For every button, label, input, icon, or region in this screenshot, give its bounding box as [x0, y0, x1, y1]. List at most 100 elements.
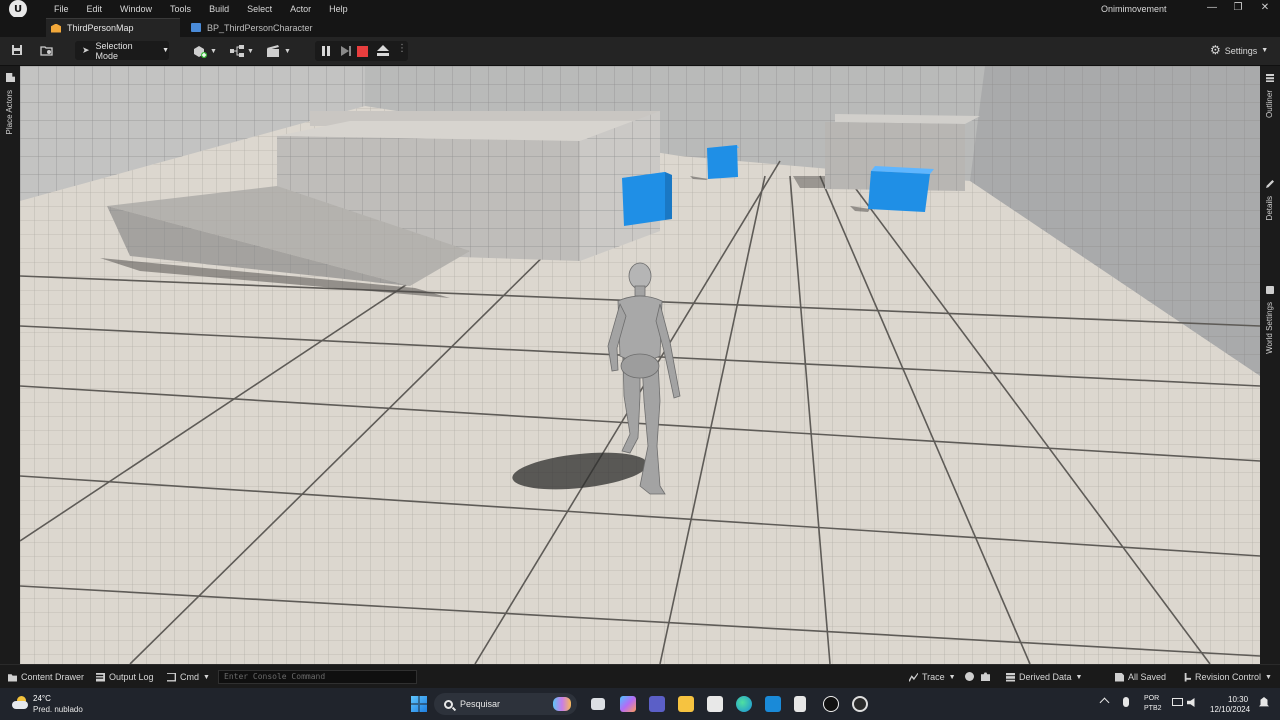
document-tabs: ThirdPersonMap BP_ThirdPersonCharacter — [0, 17, 1280, 37]
settings-label: Settings — [1224, 45, 1258, 56]
tab-bp-thirdpersoncharacter[interactable]: BP_ThirdPersonCharacter — [187, 18, 347, 37]
output-log-button[interactable]: Output Log — [96, 672, 154, 682]
tab-thirdpersonmap[interactable]: ThirdPersonMap — [46, 18, 180, 37]
derived-data-icon — [1006, 672, 1015, 682]
output-log-icon — [96, 672, 105, 682]
revision-control-dropdown[interactable]: Revision Control ▼ — [1182, 672, 1272, 682]
chevron-down-icon: ▼ — [284, 47, 291, 55]
camera-icon — [981, 672, 990, 681]
place-actors-icon[interactable] — [6, 73, 15, 82]
cmd-dropdown[interactable]: Cmd ▼ — [167, 672, 210, 682]
maximize-button[interactable]: ❐ — [1232, 2, 1244, 13]
store-icon[interactable] — [707, 696, 723, 712]
blueprints-button[interactable]: ▼ — [230, 44, 254, 58]
windows-taskbar: 24°C Pred. nublado Pesquisar POR PTB2 10… — [0, 688, 1280, 720]
minimize-button[interactable]: — — [1206, 2, 1218, 13]
content-browser-icon[interactable] — [39, 44, 53, 58]
gear-icon: ⚙ — [1210, 43, 1221, 57]
trace-dropdown[interactable]: Trace ▼ — [909, 672, 956, 682]
chevron-down-icon: ▼ — [247, 47, 254, 55]
notification-bell-icon[interactable] — [1259, 697, 1269, 707]
revision-control-icon — [1184, 672, 1191, 682]
close-button[interactable]: ✕ — [1259, 2, 1271, 13]
weather-icon[interactable] — [12, 696, 28, 709]
level-icon — [51, 23, 61, 33]
menu-edit[interactable]: Edit — [78, 4, 112, 14]
copilot-app-icon[interactable] — [620, 696, 636, 712]
cinematics-icon — [267, 45, 279, 57]
place-actors-tab[interactable]: Place Actors — [5, 90, 14, 134]
cursor-icon: ➤ — [82, 45, 90, 55]
menu-file[interactable]: File — [45, 4, 78, 14]
outliner-tab[interactable]: Outliner — [1265, 90, 1274, 118]
network-icon[interactable] — [1172, 698, 1183, 706]
weather-temperature[interactable]: 24°C — [33, 694, 51, 703]
record-button[interactable] — [965, 672, 978, 681]
viewport-scene — [20, 66, 1260, 664]
menu-tools[interactable]: Tools — [161, 4, 200, 14]
all-saved-label: All Saved — [1128, 672, 1167, 682]
pencil-icon[interactable] — [1266, 180, 1274, 188]
add-actor-button[interactable]: ▼ — [193, 44, 217, 58]
windows-start-icon[interactable] — [411, 696, 427, 712]
level-viewport[interactable] — [20, 66, 1260, 664]
blueprint-icon — [191, 23, 201, 32]
console-command-input[interactable]: Enter Console Command — [218, 670, 417, 684]
input-language[interactable]: POR — [1144, 695, 1159, 702]
taskbar-search[interactable]: Pesquisar — [434, 693, 577, 715]
revision-control-label: Revision Control — [1195, 672, 1262, 682]
save-icon[interactable] — [10, 44, 24, 58]
world-settings-icon[interactable] — [1266, 286, 1274, 294]
clock-time[interactable]: 10:30 — [1228, 695, 1248, 704]
derived-data-dropdown[interactable]: Derived Data ▼ — [1006, 672, 1082, 682]
output-log-label: Output Log — [109, 672, 154, 682]
input-layout[interactable]: PTB2 — [1144, 705, 1162, 712]
saved-icon — [1115, 672, 1124, 682]
details-tab[interactable]: Details — [1265, 196, 1274, 220]
chevron-down-icon: ▼ — [203, 673, 210, 681]
mail-icon[interactable] — [765, 696, 781, 712]
notepad-icon[interactable] — [794, 696, 806, 712]
status-bar: Content Drawer Output Log Cmd ▼ Enter Co… — [0, 664, 1280, 688]
cinematics-button[interactable]: ▼ — [267, 44, 291, 58]
teams-icon[interactable] — [649, 696, 665, 712]
terminal-icon — [167, 672, 176, 682]
trace-icon — [909, 672, 918, 682]
clock-date[interactable]: 12/10/2024 — [1210, 705, 1250, 714]
tray-chevron-up-icon[interactable] — [1099, 697, 1110, 708]
content-drawer-label: Content Drawer — [21, 672, 85, 682]
left-panel-strip: Place Actors — [0, 66, 20, 666]
weather-description[interactable]: Pred. nublado — [33, 705, 83, 714]
pause-icon[interactable] — [320, 45, 332, 57]
screenshot-button[interactable] — [981, 672, 994, 681]
task-view-icon[interactable] — [591, 698, 605, 710]
outliner-icon[interactable] — [1266, 74, 1274, 82]
file-explorer-icon[interactable] — [678, 696, 694, 712]
chevron-down-icon: ▼ — [1075, 673, 1083, 681]
content-drawer-button[interactable]: Content Drawer — [8, 672, 84, 682]
menu-build[interactable]: Build — [200, 4, 238, 14]
search-icon — [444, 699, 453, 709]
menu-window[interactable]: Window — [111, 4, 161, 14]
media-player-icon[interactable] — [852, 696, 868, 712]
more-icon[interactable]: ⋮ — [397, 43, 409, 55]
menu-select[interactable]: Select — [238, 4, 281, 14]
right-panel-strip: Outliner Details World Settings — [1260, 66, 1280, 666]
stop-icon[interactable] — [357, 46, 368, 57]
microphone-icon[interactable] — [1123, 697, 1129, 707]
selection-mode-dropdown[interactable]: ➤ Selection Mode ▼ — [75, 41, 169, 61]
world-settings-tab[interactable]: World Settings — [1265, 302, 1274, 354]
menu-actor[interactable]: Actor — [281, 4, 320, 14]
unreal-logo-icon: U — [9, 0, 27, 18]
blueprint-menu-icon — [230, 45, 244, 57]
step-icon[interactable] — [339, 45, 351, 57]
edge-icon[interactable] — [736, 696, 752, 712]
settings-button[interactable]: ⚙ Settings ▼ — [1210, 43, 1268, 57]
derived-data-label: Derived Data — [1019, 672, 1072, 682]
menu-help[interactable]: Help — [320, 4, 357, 14]
project-name: Onimimovement — [1101, 4, 1167, 14]
all-saved-indicator[interactable]: All Saved — [1115, 672, 1166, 682]
eject-icon[interactable] — [376, 45, 389, 57]
volume-icon[interactable] — [1187, 698, 1195, 707]
unreal-engine-taskbar-icon[interactable] — [823, 696, 839, 712]
